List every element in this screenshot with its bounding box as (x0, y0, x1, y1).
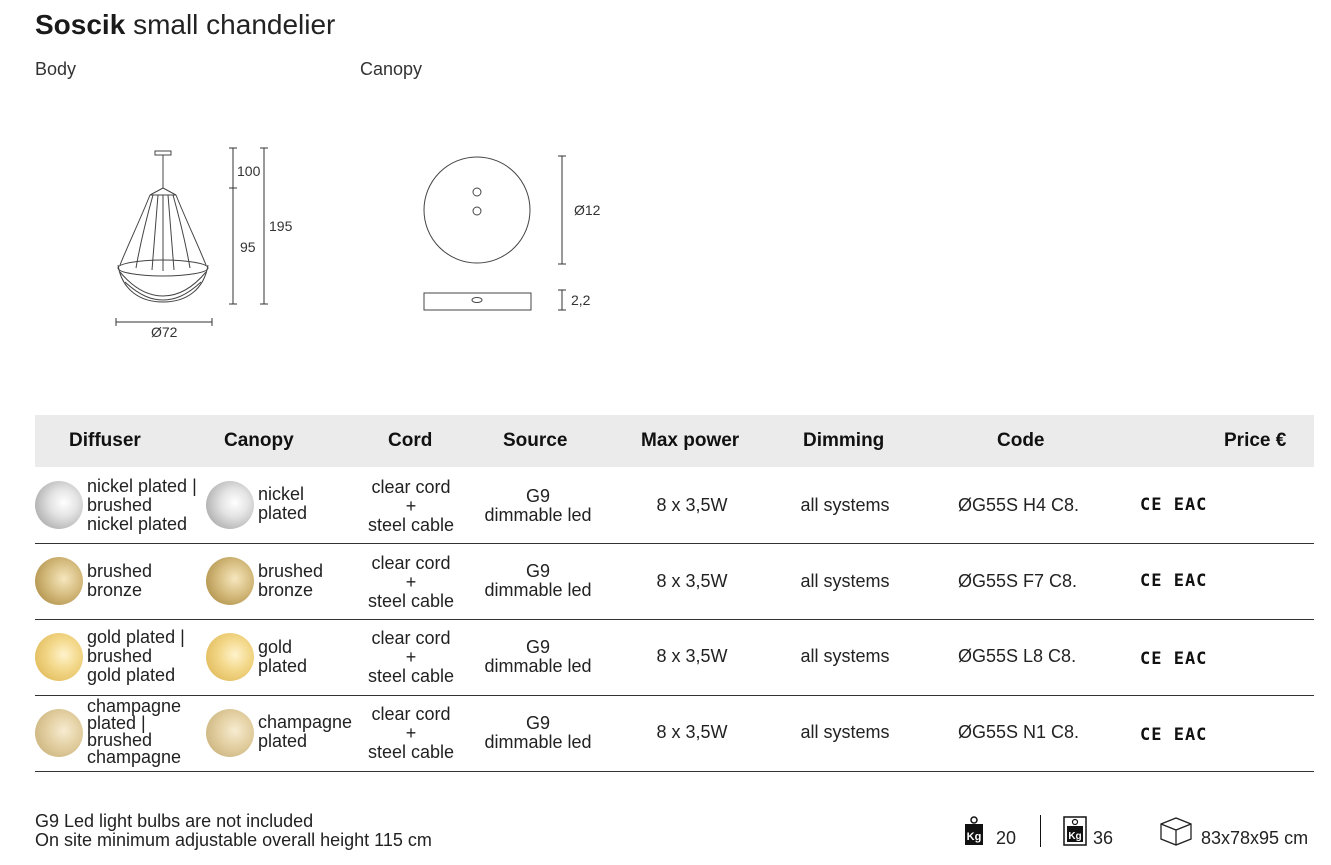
dim-canopy-height: 2,2 (571, 292, 591, 308)
header-cord: Cord (388, 430, 433, 451)
bronze-swatch (35, 557, 83, 605)
source-text: G9 dimmable led (484, 637, 592, 676)
gold-swatch (206, 633, 254, 681)
gross-weight: 36 (1093, 828, 1114, 848)
box-icon (1160, 817, 1192, 846)
page-title: Soscik small chandelier (35, 8, 335, 42)
body-label: Body (35, 59, 77, 79)
cord-text: clear cord + steel cable (367, 553, 455, 611)
dim-lower: 95 (240, 239, 256, 255)
table-row: gold plated | brushed gold plated gold plat… (35, 620, 1314, 696)
header-source: Source (503, 430, 568, 451)
box-size: 83x78x95 cm (1201, 828, 1309, 848)
chandelier-drawing (117, 150, 209, 303)
ce-eac-mark: CE EAC (1140, 495, 1208, 515)
svg-text:Kg: Kg (1068, 831, 1081, 842)
table-row: champagne plated | brushed champagne champa… (35, 696, 1314, 772)
bronze-swatch (206, 557, 254, 605)
dimming-text: all systems (800, 722, 890, 742)
cord-text: clear cord + steel cable (367, 477, 455, 535)
header-dimming: Dimming (803, 430, 885, 451)
title-rest: small chandelier (133, 9, 336, 40)
product-code: ØG55S F7 C8. (958, 571, 1078, 591)
source-text: G9 dimmable led (484, 561, 592, 600)
source-text: G9 dimmable led (484, 486, 592, 525)
ce-eac-mark: CE EAC (1140, 571, 1208, 591)
cord-text: clear cord + steel cable (367, 628, 455, 686)
gross-weight-icon: Kg (1063, 816, 1087, 846)
footer-notes: G9 Led light bulbs are not included On s… (35, 812, 432, 850)
power-text: 8 x 3,5W (656, 722, 728, 742)
canopy-drawing (423, 156, 532, 311)
ce-eac-mark: CE EAC (1140, 725, 1208, 745)
header-price: Price € (1224, 430, 1287, 451)
ce-eac-mark: CE EAC (1140, 649, 1208, 669)
technical-drawing: 100 95 195 Ø72 Ø12 2,2 (115, 147, 601, 340)
table-header: Diffuser Canopy Cord Source Max power Di… (35, 415, 1314, 467)
table-row: nickel plated | brushed nickel plated nick… (35, 468, 1314, 544)
champagne-swatch (206, 709, 254, 757)
canopy-text: brushed bronze (258, 561, 324, 600)
nickel-swatch (35, 481, 83, 529)
net-weight-icon: Kg (965, 816, 983, 845)
table-row: brushed bronze brushed bronze clear cord + s… (35, 544, 1314, 620)
product-code: ØG55S L8 C8. (958, 646, 1077, 666)
footer-divider (1040, 815, 1041, 847)
header-canopy: Canopy (224, 430, 294, 451)
product-code: ØG55S H4 C8. (958, 495, 1080, 515)
dim-top: 100 (237, 163, 261, 179)
power-text: 8 x 3,5W (656, 646, 728, 666)
canopy-dimension-lines (558, 155, 566, 311)
dimming-text: all systems (800, 646, 890, 666)
diffuser-text: brushed bronze (87, 561, 153, 600)
canopy-text: gold plated (258, 637, 308, 676)
note-bulbs: G9 Led light bulbs are not included (35, 811, 314, 831)
diffuser-text: champagne plated | brushed champagne (87, 696, 182, 767)
dimming-text: all systems (800, 495, 890, 515)
nickel-swatch (206, 481, 254, 529)
header-code: Code (997, 430, 1045, 451)
header-max-power: Max power (641, 430, 740, 451)
source-text: G9 dimmable led (484, 713, 592, 752)
power-text: 8 x 3,5W (656, 571, 728, 591)
dim-diameter: Ø72 (151, 324, 178, 340)
canopy-text: champagne plated (258, 712, 353, 751)
dim-total: 195 (269, 218, 293, 234)
title-bold: Soscik (35, 9, 126, 40)
dim-canopy-diameter: Ø12 (574, 202, 601, 218)
net-weight: 20 (996, 828, 1017, 848)
diffuser-text: gold plated | brushed gold plated (87, 627, 185, 685)
header-diffuser: Diffuser (69, 430, 141, 451)
cord-text: clear cord + steel cable (367, 704, 455, 762)
canopy-label: Canopy (360, 59, 423, 79)
svg-text:Kg: Kg (967, 831, 982, 843)
gold-swatch (35, 633, 83, 681)
dimming-text: all systems (800, 571, 890, 591)
canopy-text: nickel plated (258, 484, 308, 523)
note-height: On site minimum adjustable overall heigh… (35, 830, 432, 850)
diffuser-text: nickel plated | brushed nickel plated (87, 476, 197, 534)
champagne-swatch (35, 709, 83, 757)
product-code: ØG55S N1 C8. (958, 722, 1080, 742)
power-text: 8 x 3,5W (656, 495, 728, 515)
